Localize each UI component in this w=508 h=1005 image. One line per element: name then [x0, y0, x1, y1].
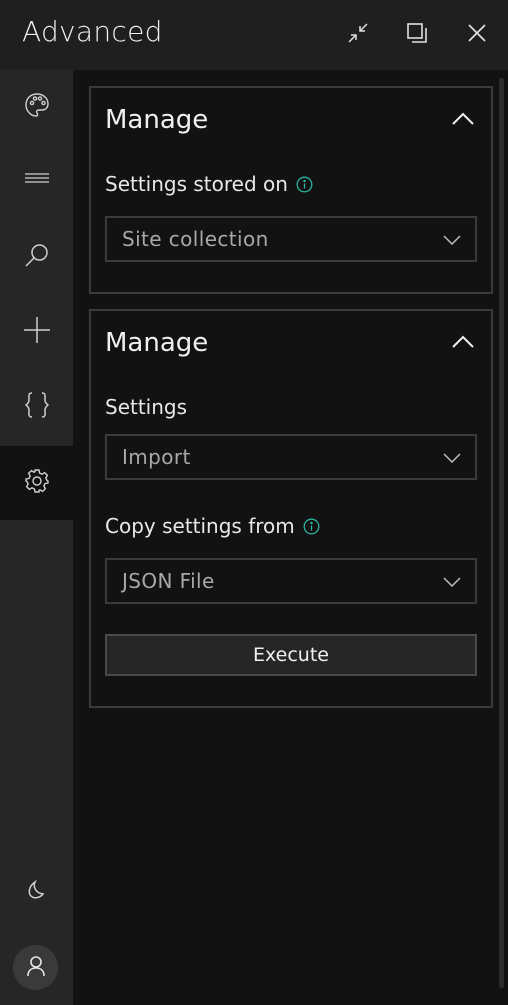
field-label-text: Settings — [105, 395, 188, 419]
info-icon[interactable] — [296, 176, 313, 193]
execute-button[interactable]: Execute — [105, 634, 477, 676]
sidebar — [0, 70, 73, 1005]
close-button[interactable] — [460, 18, 494, 52]
manage-panel-storage: Manage Settings stored on Site collectio… — [89, 86, 493, 294]
menu-lines-icon — [24, 172, 50, 192]
info-icon[interactable] — [303, 518, 320, 535]
panel-collapse-button[interactable] — [449, 331, 477, 355]
settings-stored-on-select[interactable]: Site collection — [105, 216, 477, 262]
settings-label: Settings — [105, 395, 187, 419]
app-window: Advanced Manage Settings stored on Site … — [0, 0, 508, 1005]
avatar[interactable] — [13, 945, 58, 990]
chevron-up-icon — [451, 334, 475, 353]
plus-icon — [23, 316, 51, 348]
settings-stored-on-label: Settings stored on — [105, 172, 313, 196]
title-bar: Advanced — [0, 0, 508, 70]
copy-settings-from-select[interactable]: JSON File — [105, 558, 477, 604]
panel-title: Manage — [105, 105, 209, 135]
collapse-button[interactable] — [341, 18, 375, 52]
close-icon — [466, 22, 488, 48]
chevron-down-icon — [443, 230, 461, 249]
panel-title: Manage — [105, 328, 209, 358]
scrollbar[interactable] — [499, 78, 504, 988]
select-value: JSON File — [122, 569, 215, 593]
chevron-down-icon — [443, 572, 461, 591]
field-label-text: Copy settings from — [105, 514, 295, 538]
palette-icon — [24, 92, 50, 122]
sidebar-item-theme[interactable] — [0, 70, 73, 144]
chevron-up-icon — [451, 111, 475, 130]
sidebar-item-search[interactable] — [0, 220, 73, 294]
chevron-down-icon — [443, 448, 461, 467]
sidebar-item-code[interactable] — [0, 370, 73, 444]
window-title: Advanced — [22, 15, 163, 48]
restore-button[interactable] — [400, 18, 434, 52]
select-value: Site collection — [122, 227, 269, 251]
restore-window-icon — [406, 22, 428, 48]
braces-icon — [24, 391, 50, 423]
theme-toggle-button[interactable] — [0, 855, 73, 929]
settings-action-select[interactable]: Import — [105, 434, 477, 480]
sidebar-item-add[interactable] — [0, 295, 73, 369]
sidebar-item-settings[interactable] — [0, 446, 73, 520]
manage-panel-import: Manage Settings Import Copy settings fro… — [89, 309, 493, 708]
copy-settings-from-label: Copy settings from — [105, 514, 320, 538]
sidebar-item-menu[interactable] — [0, 145, 73, 219]
moon-icon — [26, 879, 48, 905]
search-icon — [24, 242, 50, 272]
collapse-arrows-icon — [347, 22, 369, 48]
select-value: Import — [122, 445, 191, 469]
field-label-text: Settings stored on — [105, 172, 288, 196]
gear-icon — [24, 468, 50, 498]
person-icon — [25, 954, 47, 982]
panel-collapse-button[interactable] — [449, 108, 477, 132]
